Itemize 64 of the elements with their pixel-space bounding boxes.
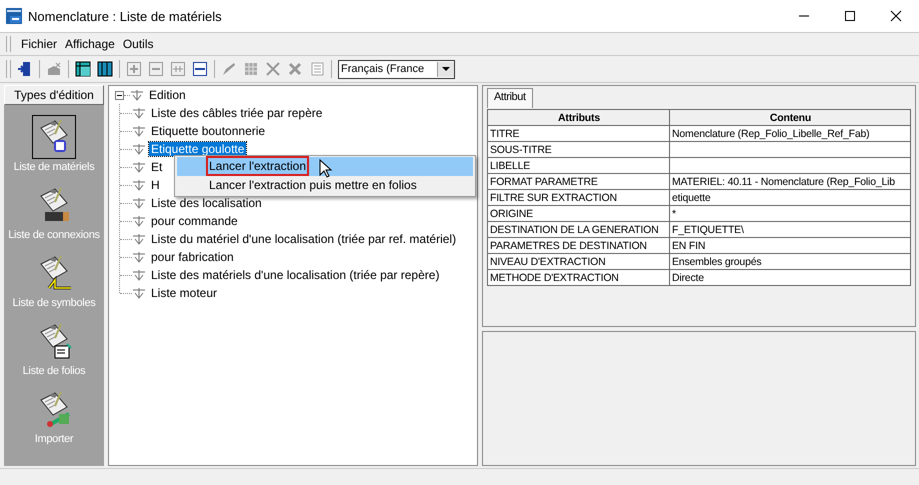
dropdown-arrow-icon <box>442 67 450 71</box>
arrow-down-icon <box>132 269 146 281</box>
table-cell: EN FIN <box>670 238 910 254</box>
maximize-icon[interactable] <box>844 10 856 22</box>
tree-item[interactable]: pour fabrication <box>149 250 236 264</box>
table-cell: ORIGINE <box>488 206 670 222</box>
collapse-all-icon[interactable] <box>192 61 208 77</box>
arrow-down-icon <box>132 215 146 227</box>
columns-view-icon[interactable] <box>97 61 113 77</box>
tree-item[interactable]: Liste des matériels d'une localisation (triée par repère) <box>149 268 442 282</box>
table-cell: F_ETIQUETTE\ <box>670 222 910 238</box>
window-title: Nomenclature : Liste de matériels <box>28 8 223 24</box>
table-cell: TITRE <box>488 126 670 142</box>
column-header: Contenu <box>670 110 910 126</box>
arrow-down-icon <box>132 197 146 209</box>
tree-item[interactable]: Liste des localisation <box>149 196 264 210</box>
table-cell: LIBELLE <box>488 158 670 174</box>
sidebar-item-frame[interactable] <box>32 115 76 159</box>
close-icon[interactable] <box>890 10 902 22</box>
menu-item[interactable]: Lancer l'extraction <box>177 157 473 176</box>
table-cell: PARAMETRES DE DESTINATION <box>488 238 670 254</box>
mouse-pointer-icon <box>319 159 333 179</box>
panel-header: Types d'édition <box>4 85 104 105</box>
menu-item[interactable]: Affichage <box>61 37 119 51</box>
tree-item[interactable]: Etiquette goulotte <box>149 142 246 156</box>
app-logo-icon <box>6 8 22 24</box>
tree-item[interactable]: H <box>149 178 162 192</box>
arrow-down-icon <box>132 287 146 299</box>
arrow-down-icon <box>132 125 146 137</box>
column-header: Attributs <box>488 110 670 126</box>
arrow-down-icon <box>132 161 146 173</box>
arrow-down-icon <box>132 179 146 191</box>
table-cell: NIVEAU D'EXTRACTION <box>488 254 670 270</box>
tree-item[interactable]: Edition <box>147 88 188 102</box>
exit-door-icon[interactable] <box>17 61 33 77</box>
tree-item[interactable]: Etiquette boutonnerie <box>149 124 268 138</box>
language-dropdown[interactable]: Français (France <box>338 60 455 78</box>
tree-item[interactable]: Et <box>149 160 164 174</box>
table-cell: Directe <box>670 270 910 286</box>
arrow-down-icon <box>130 89 144 101</box>
table-cell: Nomenclature (Rep_Folio_Libelle_Ref_Fab) <box>670 126 910 142</box>
arrow-down-icon <box>132 233 146 245</box>
table-cell: SOUS-TITRE <box>488 142 670 158</box>
tree-item[interactable]: Liste du matériel d'une localisation (triée par ref. matériel) <box>149 232 458 246</box>
tree-item[interactable]: Liste des câbles triée par repère <box>149 106 324 120</box>
collapse-toggle-icon[interactable] <box>115 90 124 100</box>
arrow-down-icon <box>132 251 146 263</box>
table-cell: METHODE D'EXTRACTION <box>488 270 670 286</box>
table-cell: FILTRE SUR EXTRACTION <box>488 190 670 206</box>
table-cell: etiquette <box>670 190 910 206</box>
menu-item[interactable]: Lancer l'extraction puis mettre en folios <box>177 176 473 195</box>
table-cell: * <box>670 206 910 222</box>
tree-item[interactable]: Liste moteur <box>149 286 220 300</box>
menu-item[interactable]: Outils <box>118 37 158 51</box>
arrow-down-icon <box>132 107 146 119</box>
tab[interactable]: Attribut <box>487 88 533 108</box>
table-cell: MATERIEL: 40.11 - Nomenclature (Rep_Folio_Lib <box>670 174 910 190</box>
table-cell: Ensembles groupés <box>670 254 910 270</box>
table-view-icon[interactable] <box>75 61 91 77</box>
menu-item[interactable]: Fichier <box>17 37 62 51</box>
table-cell: FORMAT PARAMETRE <box>488 174 670 190</box>
tree-item[interactable]: pour commande <box>149 214 240 228</box>
table-cell: DESTINATION DE LA GENERATION <box>488 222 670 238</box>
arrow-down-icon <box>132 143 146 155</box>
